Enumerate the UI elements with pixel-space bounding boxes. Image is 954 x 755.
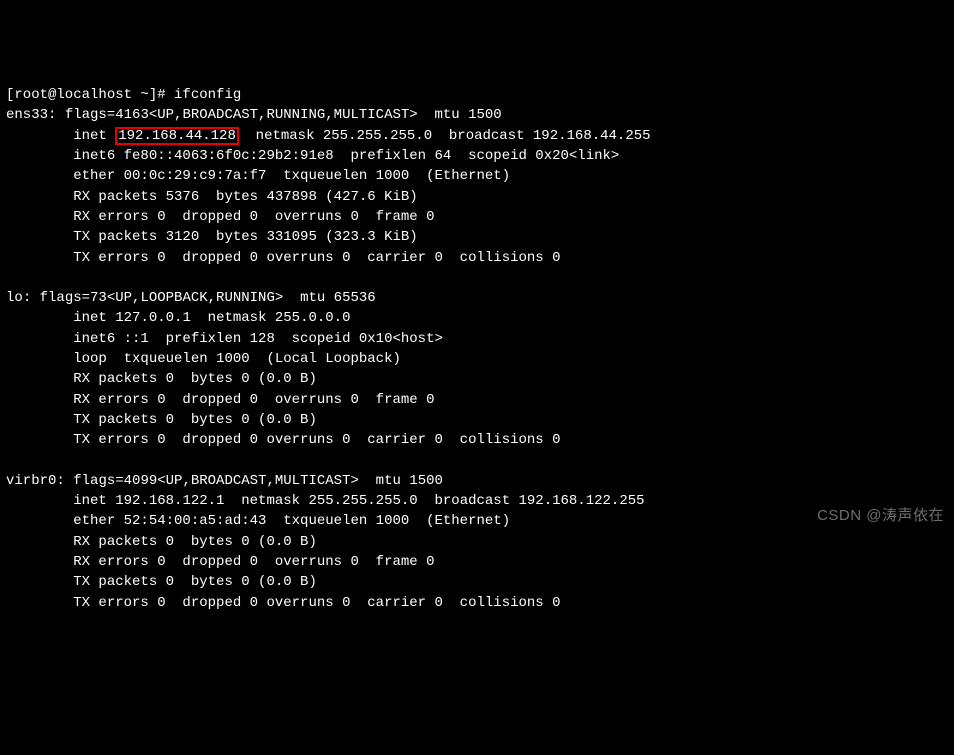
iface-name: virbr0 — [6, 473, 56, 489]
indent — [6, 432, 73, 448]
inet-rest: netmask 255.255.255.0 broadcast 192.168.… — [239, 128, 651, 144]
indent — [6, 412, 73, 428]
highlighted-ip: 192.168.44.128 — [115, 127, 239, 145]
indent — [6, 392, 73, 408]
indent — [6, 534, 73, 550]
indent — [6, 513, 73, 529]
indent — [6, 574, 73, 590]
watermark-text: CSDN @涛声依在 — [817, 505, 944, 527]
iface-line: TX packets 0 bytes 0 (0.0 B) — [73, 574, 317, 590]
iface-flags: flags=73<UP,LOOPBACK,RUNNING> mtu 65536 — [40, 290, 376, 306]
iface-line: RX errors 0 dropped 0 overruns 0 frame 0 — [73, 554, 434, 570]
iface-line: RX packets 0 bytes 0 (0.0 B) — [73, 534, 317, 550]
indent — [6, 189, 73, 205]
indent — [6, 493, 73, 509]
iface-line: ether 52:54:00:a5:ad:43 txqueuelen 1000 … — [73, 513, 510, 529]
indent — [6, 128, 73, 144]
indent — [6, 209, 73, 225]
iface-name: ens33 — [6, 107, 48, 123]
indent — [6, 250, 73, 266]
iface-line: RX packets 5376 bytes 437898 (427.6 KiB) — [73, 189, 417, 205]
inet-label: inet — [73, 128, 115, 144]
inet-ip: 192.168.122.1 — [115, 493, 224, 509]
indent — [6, 148, 73, 164]
indent — [6, 371, 73, 387]
iface-line: loop txqueuelen 1000 (Local Loopback) — [73, 351, 401, 367]
iface-line: TX errors 0 dropped 0 overruns 0 carrier… — [73, 595, 560, 611]
iface-lo: lo: flags=73<UP,LOOPBACK,RUNNING> mtu 65… — [6, 290, 561, 448]
iface-line: TX packets 0 bytes 0 (0.0 B) — [73, 412, 317, 428]
command-text: ifconfig — [174, 87, 241, 103]
indent — [6, 229, 73, 245]
iface-flags: flags=4099<UP,BROADCAST,MULTICAST> mtu 1… — [73, 473, 443, 489]
indent — [6, 331, 73, 347]
indent — [6, 168, 73, 184]
iface-line: inet6 fe80::4063:6f0c:29b2:91e8 prefixle… — [73, 148, 619, 164]
iface-line: TX errors 0 dropped 0 overruns 0 carrier… — [73, 432, 560, 448]
inet-label: inet — [73, 310, 115, 326]
inet-ip: 127.0.0.1 — [115, 310, 191, 326]
iface-line: inet6 ::1 prefixlen 128 scopeid 0x10<hos… — [73, 331, 443, 347]
iface-virbr0: virbr0: flags=4099<UP,BROADCAST,MULTICAS… — [6, 473, 645, 611]
inet-label: inet — [73, 493, 115, 509]
indent — [6, 351, 73, 367]
iface-line: RX errors 0 dropped 0 overruns 0 frame 0 — [73, 392, 434, 408]
iface-line: RX errors 0 dropped 0 overruns 0 frame 0 — [73, 209, 434, 225]
indent — [6, 595, 73, 611]
iface-flags: flags=4163<UP,BROADCAST,RUNNING,MULTICAS… — [65, 107, 502, 123]
iface-line: ether 00:0c:29:c9:7a:f7 txqueuelen 1000 … — [73, 168, 510, 184]
shell-prompt: [root@localhost ~]# — [6, 87, 174, 103]
inet-rest: netmask 255.255.255.0 broadcast 192.168.… — [224, 493, 644, 509]
inet-rest: netmask 255.0.0.0 — [191, 310, 351, 326]
indent — [6, 310, 73, 326]
iface-ens33: ens33: flags=4163<UP,BROADCAST,RUNNING,M… — [6, 107, 651, 265]
terminal-output: [root@localhost ~]# ifconfig ens33: flag… — [6, 85, 948, 613]
iface-line: RX packets 0 bytes 0 (0.0 B) — [73, 371, 317, 387]
iface-line: TX errors 0 dropped 0 overruns 0 carrier… — [73, 250, 560, 266]
iface-line: TX packets 3120 bytes 331095 (323.3 KiB) — [73, 229, 417, 245]
iface-name: lo — [6, 290, 23, 306]
indent — [6, 554, 73, 570]
